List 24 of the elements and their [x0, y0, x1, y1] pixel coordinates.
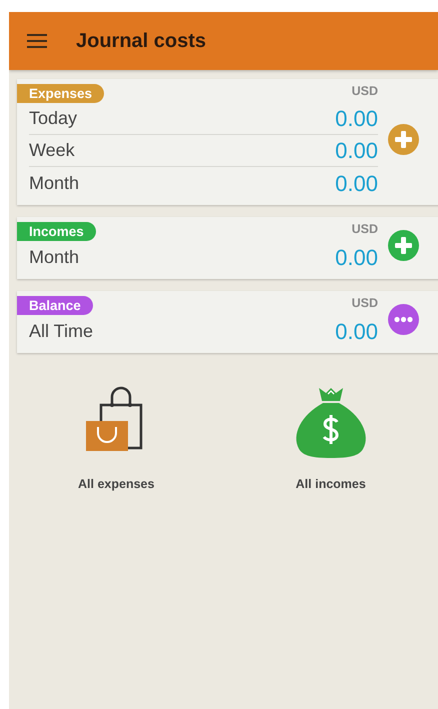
amount-value: 0.00 — [335, 244, 378, 272]
amount-value: 0.00 — [335, 105, 378, 133]
period-label: Today — [29, 107, 78, 130]
amount-value: 0.00 — [335, 137, 378, 165]
currency-label: USD — [352, 82, 378, 100]
menu-button[interactable] — [27, 34, 47, 48]
add-button[interactable] — [388, 230, 419, 260]
period-label: Month — [29, 172, 80, 194]
section-label: Balance — [17, 296, 93, 315]
period-label: All Time — [29, 320, 94, 342]
period-label: Month — [29, 246, 80, 268]
currency-label: USD — [352, 220, 378, 238]
more-button[interactable] — [388, 304, 419, 334]
period-label: Week — [29, 139, 75, 162]
amount-value: 0.00 — [335, 318, 378, 346]
amount-value: 0.00 — [335, 170, 378, 198]
section-label: Expenses — [17, 84, 104, 103]
section-label: Incomes — [17, 222, 96, 241]
app-title: Journal costs — [76, 29, 206, 53]
menu-icon — [27, 34, 47, 48]
shortcut-button[interactable]: All incomes — [224, 385, 438, 494]
currency-label: USD — [352, 294, 378, 312]
shortcut-button[interactable]: All expenses — [9, 385, 224, 494]
add-button[interactable] — [388, 124, 419, 154]
